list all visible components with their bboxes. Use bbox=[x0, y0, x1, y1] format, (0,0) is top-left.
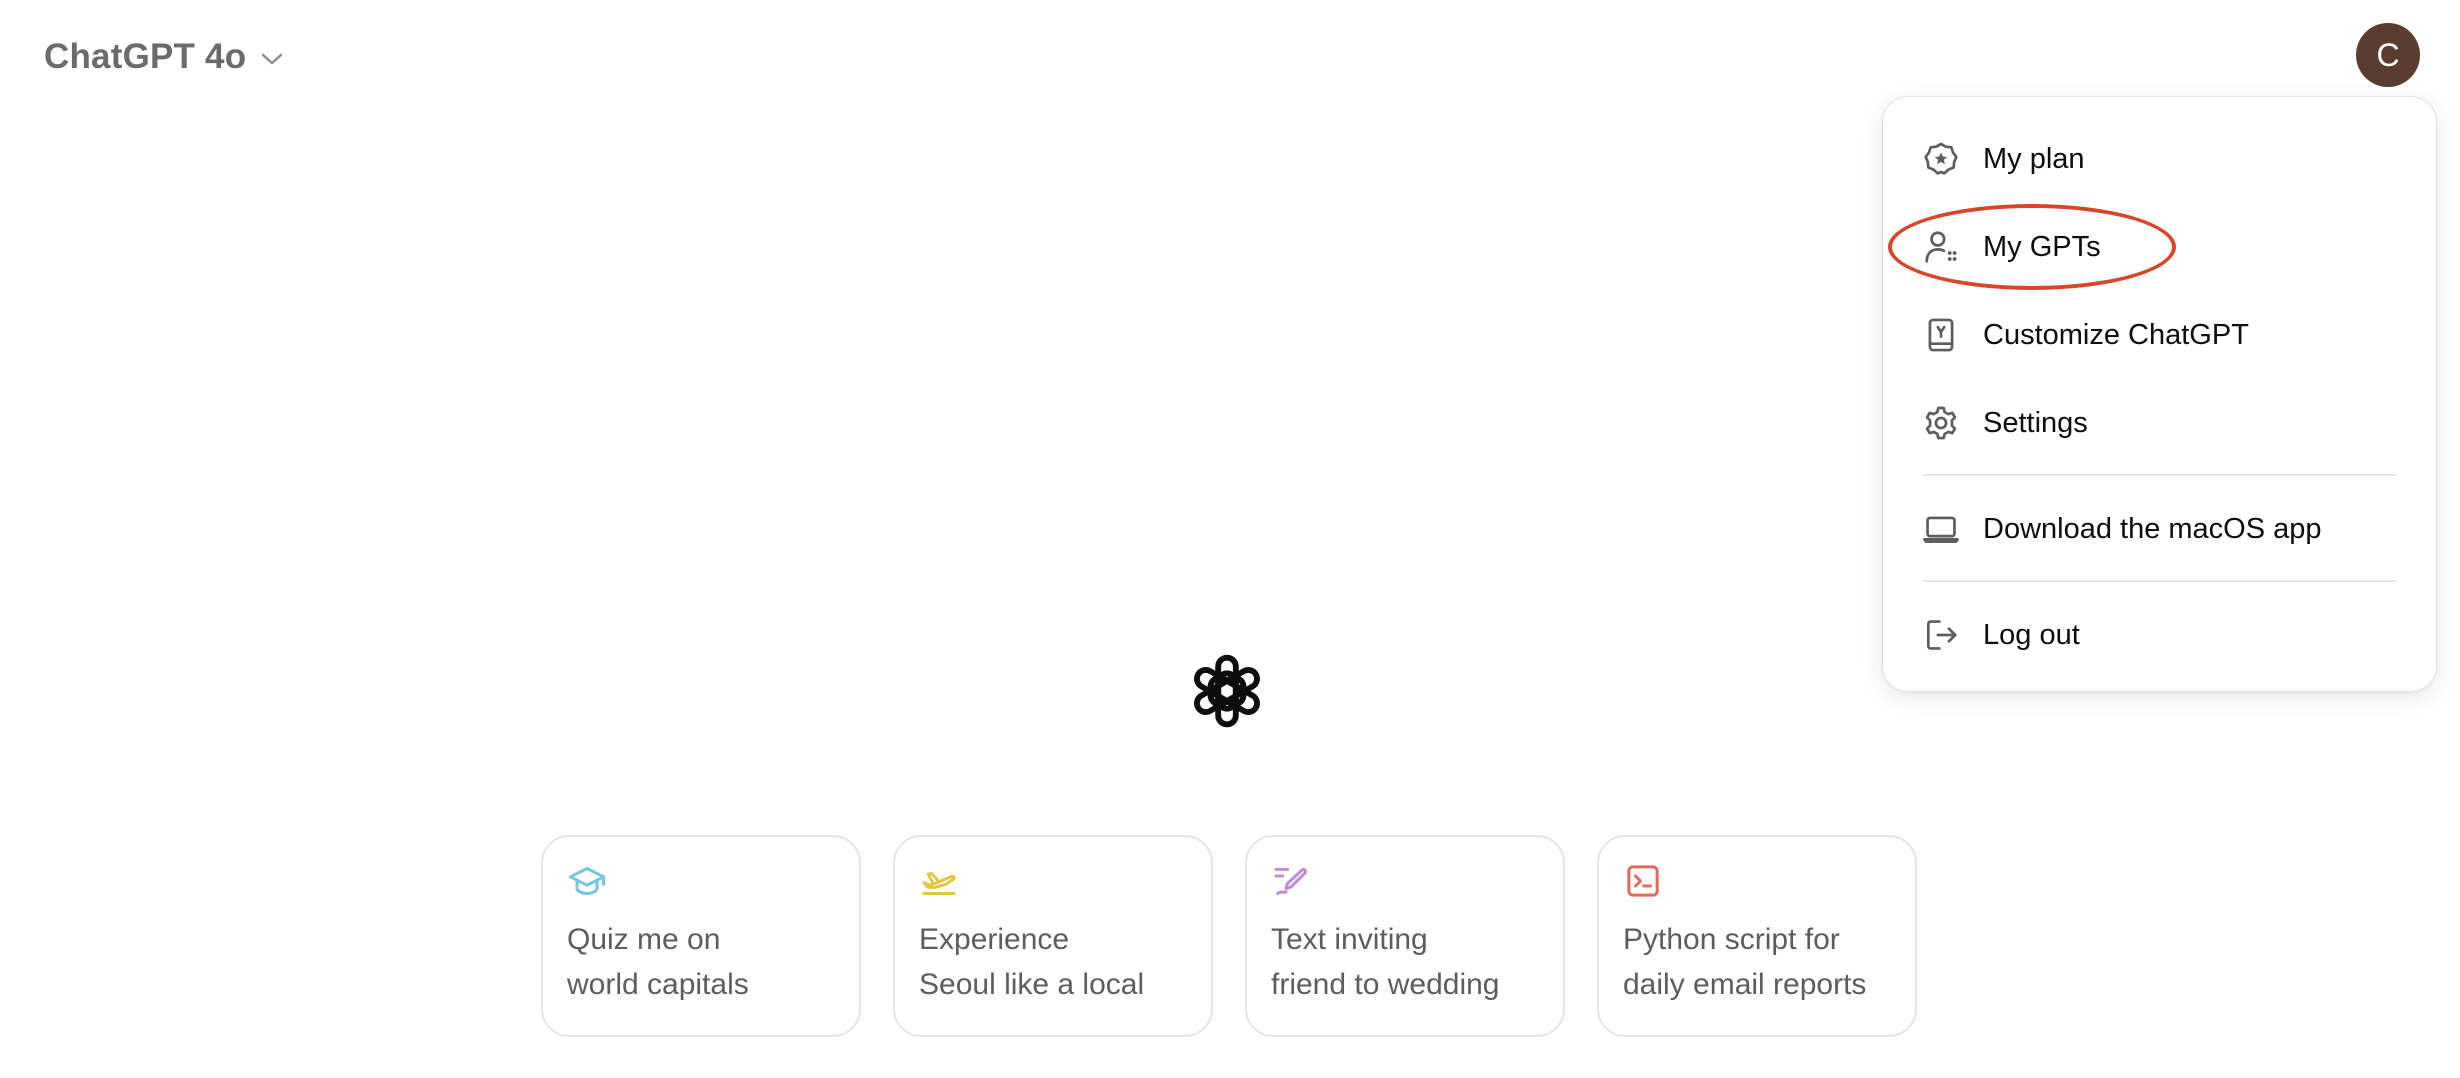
menu-item-label: Customize ChatGPT bbox=[1983, 318, 2249, 351]
model-name: ChatGPT 4o bbox=[44, 37, 247, 76]
laptop-icon bbox=[1921, 509, 1961, 549]
suggestion-text: Python script for daily email reports bbox=[1623, 917, 1903, 1007]
openai-logo-icon bbox=[1178, 642, 1276, 740]
menu-item-download-macos-app[interactable]: Download the macOS app bbox=[1883, 493, 2436, 565]
suggestion-line: Python script for bbox=[1623, 923, 1840, 956]
suggestion-line: Quiz me on bbox=[567, 923, 721, 956]
suggestion-card-python[interactable]: Python script for daily email reports bbox=[1597, 835, 1917, 1037]
suggestion-card-wedding[interactable]: Text inviting friend to wedding bbox=[1245, 835, 1565, 1037]
graduation-cap-icon bbox=[567, 861, 607, 901]
suggestion-text: Experience Seoul like a local bbox=[919, 917, 1199, 1007]
menu-item-my-plan[interactable]: My plan bbox=[1883, 123, 2436, 195]
suggestion-card-seoul[interactable]: Experience Seoul like a local bbox=[893, 835, 1213, 1037]
suggestion-line: world capitals bbox=[567, 968, 749, 1001]
suggestion-line: Seoul like a local bbox=[919, 968, 1145, 1001]
user-avatar[interactable]: C bbox=[2356, 23, 2420, 87]
terminal-icon bbox=[1623, 861, 1663, 901]
menu-item-customize-chatgpt[interactable]: Customize ChatGPT bbox=[1883, 299, 2436, 371]
customize-icon bbox=[1921, 315, 1961, 355]
pen-icon bbox=[1271, 861, 1311, 901]
gpts-icon bbox=[1921, 227, 1961, 267]
menu-item-label: Download the macOS app bbox=[1983, 512, 2322, 545]
suggestion-card-quiz[interactable]: Quiz me on world capitals bbox=[541, 835, 861, 1037]
avatar-initial: C bbox=[2376, 36, 2400, 73]
suggestion-text: Text inviting friend to wedding bbox=[1271, 917, 1551, 1007]
logout-icon bbox=[1921, 615, 1961, 655]
gear-icon bbox=[1921, 403, 1961, 443]
suggestion-text: Quiz me on world capitals bbox=[567, 917, 847, 1007]
suggestion-line: friend to wedding bbox=[1271, 968, 1500, 1001]
menu-item-label: My plan bbox=[1983, 142, 2085, 175]
chevron-down-icon bbox=[260, 51, 284, 67]
suggestion-line: Text inviting bbox=[1271, 923, 1428, 956]
menu-item-label: My GPTs bbox=[1983, 230, 2101, 263]
airplane-icon bbox=[919, 861, 959, 901]
suggestion-line: daily email reports bbox=[1623, 968, 1867, 1001]
menu-item-my-gpts[interactable]: My GPTs bbox=[1883, 211, 2436, 283]
plan-badge-icon bbox=[1921, 139, 1961, 179]
profile-menu: My plan My GPTs Customize ChatGPT Settin… bbox=[1882, 96, 2437, 692]
menu-item-label: Log out bbox=[1983, 618, 2080, 651]
suggestion-line: Experience bbox=[919, 923, 1070, 956]
model-switcher[interactable]: ChatGPT 4o bbox=[44, 32, 284, 82]
menu-divider bbox=[1923, 580, 2396, 582]
menu-item-log-out[interactable]: Log out bbox=[1883, 599, 2436, 671]
menu-divider bbox=[1923, 474, 2396, 476]
menu-item-settings[interactable]: Settings bbox=[1883, 387, 2436, 459]
menu-item-label: Settings bbox=[1983, 406, 2088, 439]
